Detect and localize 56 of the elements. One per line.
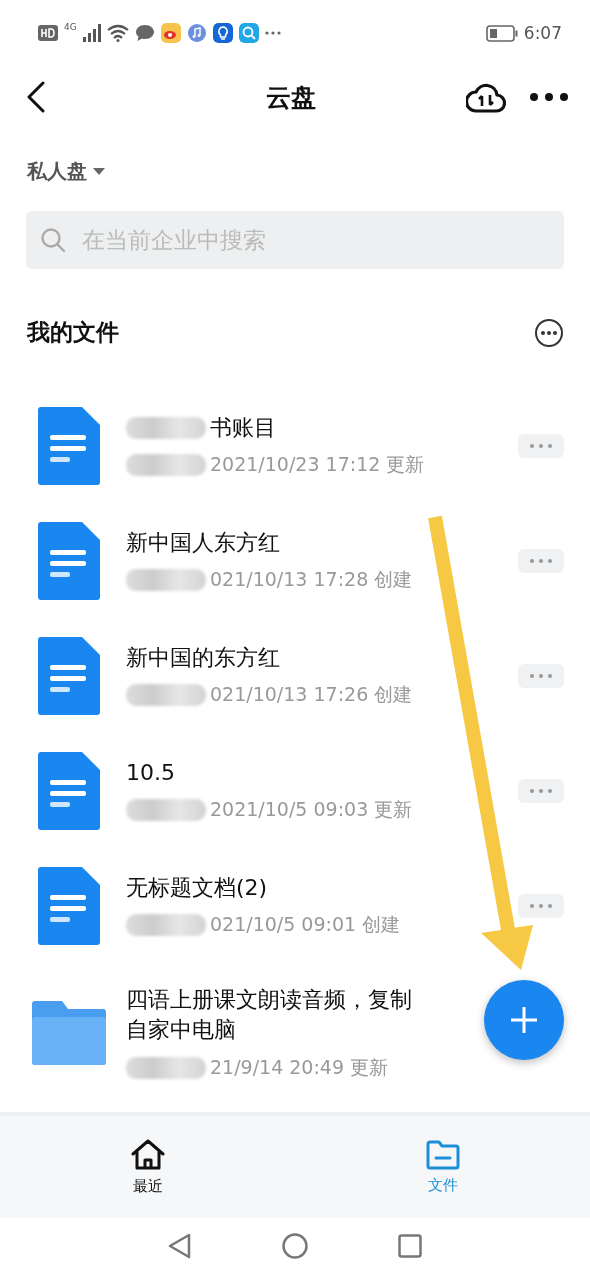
file-name[interactable]: 新中国的东方红 bbox=[126, 642, 280, 673]
ellipsis-icon bbox=[529, 903, 553, 908]
network-label: 4G bbox=[64, 22, 77, 32]
folder-icon bbox=[32, 1001, 106, 1065]
more-button[interactable] bbox=[518, 778, 564, 803]
file-meta: 021/10/13 17:28 创建 bbox=[210, 567, 413, 593]
ellipsis-icon bbox=[529, 673, 553, 678]
nav-tab[interactable]: 最近 bbox=[0, 1116, 295, 1218]
search-icon bbox=[40, 227, 66, 253]
document-icon bbox=[38, 406, 100, 485]
ellipsis-icon bbox=[529, 443, 553, 448]
eye-app-icon bbox=[160, 23, 181, 43]
file-meta: 021/10/13 17:26 创建 bbox=[210, 682, 413, 708]
document-icon bbox=[38, 751, 100, 830]
document-icon bbox=[38, 636, 100, 715]
file-name[interactable]: 无标题文档(2) bbox=[126, 872, 268, 903]
document-icon bbox=[38, 866, 100, 945]
battery-icon bbox=[485, 24, 518, 42]
file-meta: 2021/10/5 09:03 更新 bbox=[210, 797, 413, 823]
more-icon[interactable] bbox=[530, 93, 568, 101]
home-icon bbox=[130, 1138, 165, 1171]
add-button[interactable] bbox=[484, 980, 564, 1060]
signal-icon bbox=[82, 24, 101, 42]
file-name[interactable]: 书账目 bbox=[210, 412, 276, 443]
section-title: 我的文件 bbox=[27, 318, 120, 347]
more-notifications-icon bbox=[264, 31, 281, 35]
page-title: 云盘 bbox=[265, 81, 317, 114]
music-note-icon bbox=[186, 23, 207, 43]
more-button[interactable] bbox=[518, 433, 564, 458]
more-button[interactable] bbox=[518, 663, 564, 688]
back-nav-icon[interactable] bbox=[168, 1233, 192, 1259]
file-meta: 21/9/14 20:49 更新 bbox=[210, 1054, 389, 1080]
clock-time: 6:07 bbox=[523, 23, 562, 43]
home-nav-icon[interactable] bbox=[282, 1233, 308, 1259]
file-meta: 021/10/5 09:01 创建 bbox=[210, 912, 401, 938]
folder-icon bbox=[425, 1139, 460, 1170]
file-name[interactable]: 新中国人东方红 bbox=[126, 527, 280, 558]
ellipsis-icon bbox=[529, 788, 553, 793]
ellipsis-icon bbox=[529, 558, 553, 563]
recents-nav-icon[interactable] bbox=[398, 1234, 422, 1258]
file-name[interactable]: 10.5 bbox=[126, 757, 175, 788]
caret-icon bbox=[93, 167, 105, 176]
lightbulb-icon bbox=[212, 23, 233, 43]
document-icon bbox=[38, 521, 100, 600]
chat-bubble-icon bbox=[134, 24, 155, 42]
more-button[interactable] bbox=[518, 548, 564, 573]
plus-icon bbox=[509, 1005, 539, 1035]
file-meta: 2021/10/23 17:12 更新 bbox=[210, 452, 425, 478]
back-icon[interactable] bbox=[26, 81, 46, 113]
file-name[interactable]: 四语上册课文朗读音频，复制自家中电脑 bbox=[126, 985, 426, 1045]
more-options-icon[interactable] bbox=[534, 317, 564, 348]
more-button[interactable] bbox=[518, 893, 564, 918]
drive-selector[interactable]: 私人盘 bbox=[27, 158, 105, 185]
wifi-icon bbox=[106, 24, 129, 42]
search-app-icon bbox=[238, 23, 259, 43]
hd-icon bbox=[38, 25, 58, 41]
